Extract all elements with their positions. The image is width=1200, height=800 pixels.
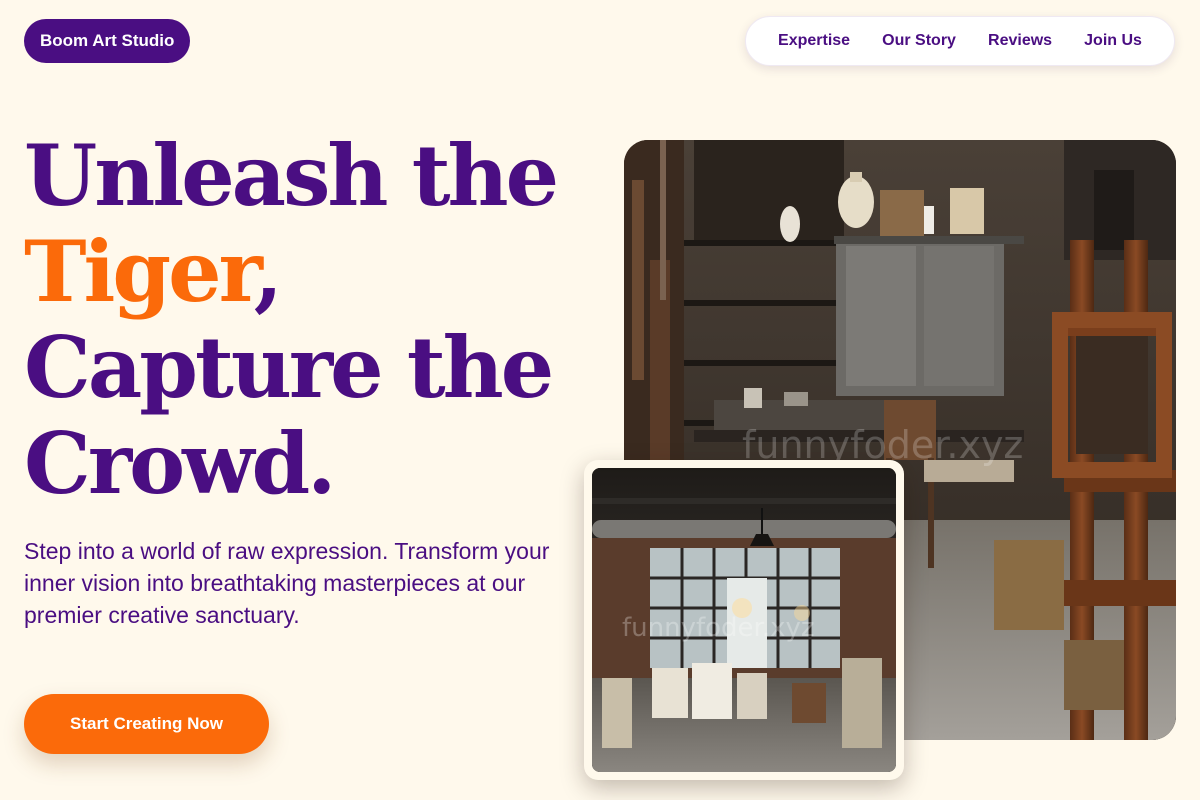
studio-photo-secondary: funnyfoder.xyz xyxy=(584,460,904,780)
headline-line-3: Capture the xyxy=(24,318,554,417)
headline-line-1: Unleash the xyxy=(24,126,559,225)
main-nav: Expertise Our Story Reviews Join Us xyxy=(745,16,1175,66)
hero-headline: Unleash the Tiger, Capture the Crowd. xyxy=(24,126,559,513)
nav-link-our-story[interactable]: Our Story xyxy=(882,32,956,50)
nav-link-join-us[interactable]: Join Us xyxy=(1084,32,1142,50)
brand-name: Boom Art Studio xyxy=(40,31,175,50)
headline-line-4: Crowd. xyxy=(24,414,336,513)
nav-link-reviews[interactable]: Reviews xyxy=(988,32,1052,50)
nav-link-expertise[interactable]: Expertise xyxy=(778,32,850,50)
headline-comma: , xyxy=(253,222,283,321)
start-creating-button[interactable]: Start Creating Now xyxy=(24,694,269,754)
headline-accent-word: Tiger xyxy=(24,222,257,321)
secondary-photo-watermark: funnyfoder.xyz xyxy=(622,613,815,643)
headline-line-2: Tiger, xyxy=(24,224,556,320)
hero-subtext: Step into a world of raw expression. Tra… xyxy=(24,538,550,628)
brand-logo-button[interactable]: Boom Art Studio xyxy=(24,19,191,63)
